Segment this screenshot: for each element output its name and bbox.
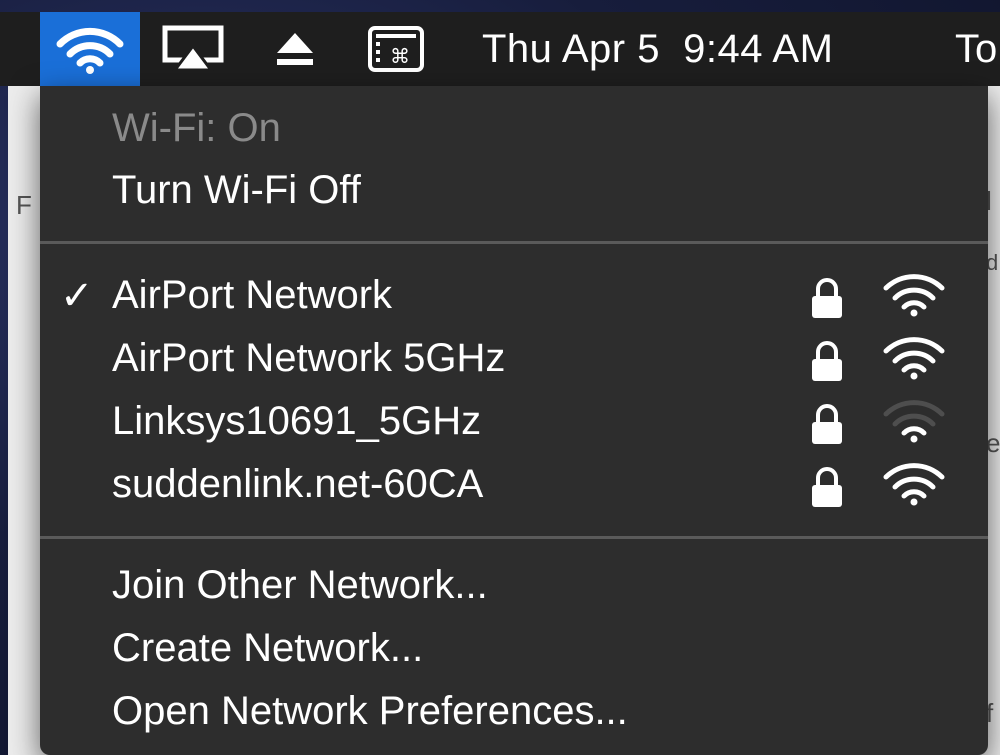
lock-icon — [812, 404, 842, 444]
menubar-user-name[interactable]: To — [955, 12, 1000, 86]
menu-separator — [40, 536, 988, 539]
network-name: Linksys10691_5GHz — [112, 399, 482, 443]
wifi-signal-full-icon — [883, 337, 945, 380]
airplay-menu-button[interactable] — [158, 12, 228, 86]
menu-bar: ⌘ Thu Apr 5 9:44 AM To — [0, 12, 1000, 86]
wifi-menu-button[interactable] — [40, 12, 140, 86]
airplay-icon — [162, 25, 224, 72]
wifi-dropdown-menu: Wi-Fi: On Turn Wi-Fi Off ✓ AirPort Netwo… — [40, 86, 988, 755]
wifi-signal-weak-icon — [883, 400, 945, 443]
menu-separator — [40, 241, 988, 244]
wifi-signal-full-icon — [883, 463, 945, 506]
background-text-fragment: F — [16, 190, 32, 220]
eject-menu-button[interactable] — [262, 12, 328, 86]
join-other-network-menu-item[interactable]: Join Other Network... — [112, 563, 488, 608]
create-network-menu-item[interactable]: Create Network... — [112, 626, 423, 671]
menubar-clock[interactable]: Thu Apr 5 9:44 AM — [482, 12, 912, 86]
network-name: AirPort Network 5GHz — [112, 336, 506, 380]
lock-icon — [812, 341, 842, 381]
eject-icon — [277, 33, 313, 65]
open-network-preferences-menu-item[interactable]: Open Network Preferences... — [112, 689, 628, 734]
network-name: suddenlink.net-60CA — [112, 462, 484, 506]
lock-icon — [812, 467, 842, 507]
wifi-status-label: Wi-Fi: On — [112, 106, 281, 150]
turn-wifi-off-menu-item[interactable]: Turn Wi-Fi Off — [112, 168, 361, 213]
wifi-icon — [56, 27, 124, 74]
network-name: AirPort Network — [112, 273, 393, 317]
keyboard-viewer-menu-button[interactable]: ⌘ — [362, 12, 430, 86]
keyboard-viewer-icon: ⌘ — [368, 26, 424, 72]
wifi-signal-full-icon — [883, 274, 945, 317]
checkmark-icon: ✓ — [60, 274, 94, 318]
background-text-fragment: e — [986, 428, 1000, 458]
svg-text:⌘: ⌘ — [390, 44, 410, 68]
lock-icon — [812, 278, 842, 318]
